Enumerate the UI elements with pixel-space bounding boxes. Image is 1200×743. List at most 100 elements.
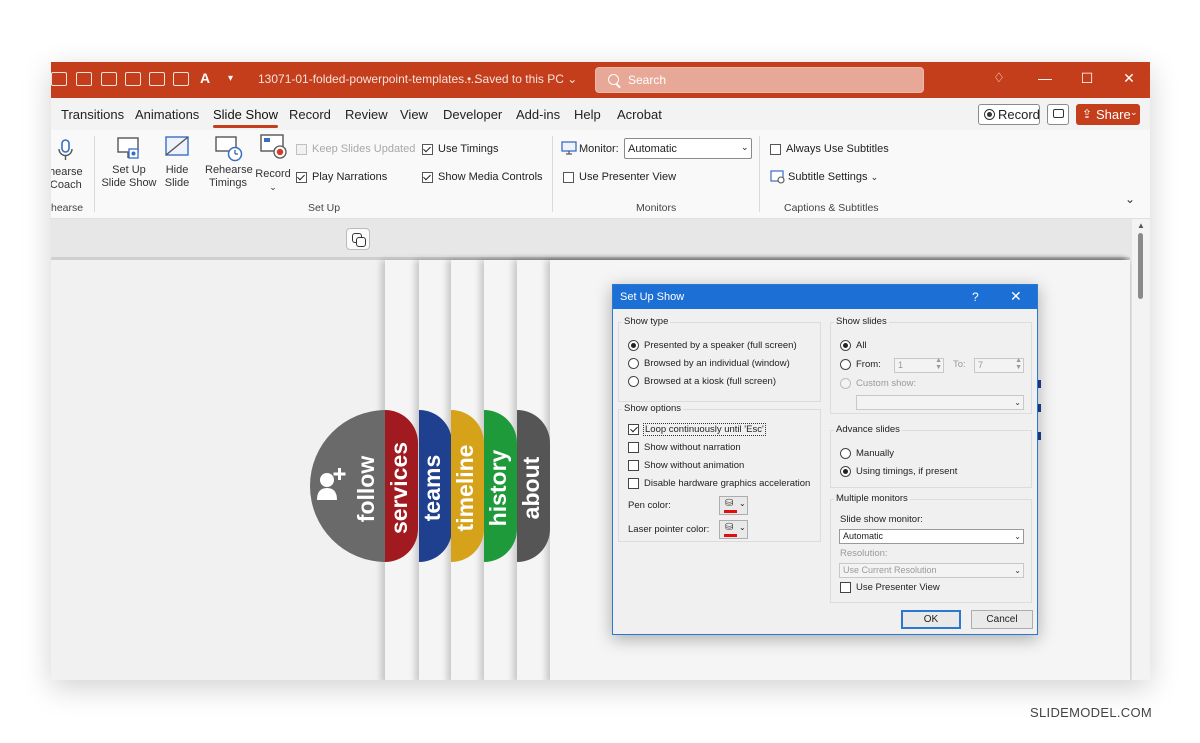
share-button[interactable]: ⇪ Share ⌄ <box>1076 104 1140 125</box>
chevron-down-icon: ⌄ <box>1014 566 1021 575</box>
loop-continuously-label[interactable]: Loop continuously until 'Esc' <box>643 423 766 436</box>
show-media-controls-checkbox[interactable] <box>422 172 433 183</box>
show-type-legend: Show type <box>622 316 671 327</box>
record-slide-show-icon <box>259 132 289 167</box>
close-window-button[interactable]: ✕ <box>1119 70 1139 87</box>
tab-slide-show[interactable]: Slide Show <box>213 107 279 128</box>
help-button[interactable]: ? <box>972 290 979 304</box>
tab-record[interactable]: Record <box>289 107 331 122</box>
all-slides-label[interactable]: All <box>856 340 867 351</box>
presented-by-speaker-radio[interactable] <box>628 340 639 351</box>
record-button[interactable]: Record <box>978 104 1040 125</box>
browsed-at-kiosk-label[interactable]: Browsed at a kiosk (full screen) <box>644 376 776 387</box>
scroll-up-icon[interactable]: ▲ <box>1137 221 1145 230</box>
file-name[interactable]: 13071-01-folded-powerpoint-templates.... <box>258 72 477 86</box>
show-slides-legend: Show slides <box>834 316 889 327</box>
vertical-scrollbar[interactable]: ▲ <box>1132 219 1150 680</box>
play-narrations-checkbox[interactable] <box>296 172 307 183</box>
laser-pointer-color-label: Laser pointer color: <box>628 524 710 535</box>
dialog-title-bar: Set Up Show ? ✕ <box>613 285 1037 309</box>
tab-transitions[interactable]: Transitions <box>61 107 124 122</box>
comments-button[interactable] <box>1047 104 1069 125</box>
collapse-ribbon-icon[interactable]: ⌄ <box>1125 192 1135 206</box>
show-without-animation-checkbox[interactable] <box>628 460 639 471</box>
new-slide-icon[interactable] <box>149 72 165 86</box>
show-without-animation-label[interactable]: Show without animation <box>644 460 744 471</box>
minimize-button[interactable]: — <box>1035 70 1055 86</box>
tab-view[interactable]: View <box>400 107 428 122</box>
tab-developer[interactable]: Developer <box>443 107 502 122</box>
use-presenter-view-dialog-label[interactable]: Use Presenter View <box>856 582 940 593</box>
disable-hardware-acceleration-label[interactable]: Disable hardware graphics acceleration <box>644 478 810 489</box>
record-label: Record <box>255 168 291 180</box>
font-color-icon[interactable]: A <box>200 70 210 86</box>
manually-radio[interactable] <box>840 448 851 459</box>
show-media-controls-label[interactable]: Show Media Controls <box>438 171 543 183</box>
monitor-dropdown[interactable]: Automatic ⌄ <box>624 138 752 159</box>
divider <box>759 136 760 212</box>
use-presenter-view-checkbox[interactable] <box>563 172 574 183</box>
use-presenter-view-label[interactable]: Use Presenter View <box>579 171 676 183</box>
set-up-slide-show-button[interactable]: Set Up Slide Show <box>101 164 157 190</box>
hide-slide-button[interactable]: Hide Slide <box>163 164 191 190</box>
monitor-icon <box>561 141 577 160</box>
rehearse-with-coach-button[interactable]: hearse Coach <box>51 166 83 192</box>
presentation-icon[interactable] <box>125 72 141 86</box>
divider <box>94 136 95 212</box>
tab-animations[interactable]: Animations <box>135 107 199 122</box>
use-presenter-view-dialog-checkbox[interactable] <box>840 582 851 593</box>
save-status[interactable]: • Saved to this PC ⌄ <box>467 72 577 86</box>
from-label[interactable]: From: <box>856 359 881 370</box>
browsed-by-individual-label[interactable]: Browsed by an individual (window) <box>644 358 790 369</box>
play-narrations-label[interactable]: Play Narrations <box>312 171 387 183</box>
presented-by-speaker-label[interactable]: Presented by a speaker (full screen) <box>644 340 797 351</box>
present-icon[interactable] <box>101 72 117 86</box>
hide-slide-icon <box>164 134 190 165</box>
autosave-icon[interactable] <box>51 72 67 86</box>
cancel-button[interactable]: Cancel <box>971 610 1033 629</box>
tab-add-ins[interactable]: Add-ins <box>516 107 560 122</box>
show-without-narration-checkbox[interactable] <box>628 442 639 453</box>
slide-show-monitor-dropdown[interactable]: Automatic ⌄ <box>839 529 1024 544</box>
close-icon[interactable]: ✕ <box>1010 288 1022 305</box>
rehearse-group-label: hearse <box>51 202 84 214</box>
customize-quick-access-icon[interactable]: ▾ <box>228 73 233 84</box>
copilot-button[interactable] <box>346 228 370 250</box>
rehearse-timings-button[interactable]: Rehearse Timings <box>205 164 253 190</box>
always-use-subtitles-label[interactable]: Always Use Subtitles <box>786 143 889 155</box>
using-timings-label[interactable]: Using timings, if present <box>856 466 957 477</box>
loop-continuously-checkbox[interactable] <box>628 424 639 435</box>
disable-hardware-acceleration-checkbox[interactable] <box>628 478 639 489</box>
tab-review[interactable]: Review <box>345 107 388 122</box>
ribbon-tabs: Transitions Animations Slide Show Record… <box>51 98 1150 130</box>
tab-help[interactable]: Help <box>574 107 601 122</box>
all-slides-radio[interactable] <box>840 340 851 351</box>
show-without-narration-label[interactable]: Show without narration <box>644 442 741 453</box>
from-slides-radio[interactable] <box>840 359 851 370</box>
tab-acrobat[interactable]: Acrobat <box>617 107 662 122</box>
pen-color-button[interactable]: ⛁ ⌄ <box>719 496 748 515</box>
search-box[interactable]: Search <box>595 67 924 93</box>
browsed-at-kiosk-radio[interactable] <box>628 376 639 387</box>
pen-color-label: Pen color: <box>628 500 671 511</box>
share-icon: ⇪ <box>1082 107 1093 121</box>
using-timings-radio[interactable] <box>840 466 851 477</box>
scrollbar-thumb[interactable] <box>1138 233 1143 299</box>
manually-label[interactable]: Manually <box>856 448 894 459</box>
use-timings-checkbox[interactable] <box>422 144 433 155</box>
comment-icon[interactable] <box>173 72 189 86</box>
browsed-by-individual-radio[interactable] <box>628 358 639 369</box>
show-options-legend: Show options <box>622 403 684 414</box>
subtitle-settings-button[interactable]: Subtitle Settings ⌄ <box>788 171 878 183</box>
ok-button[interactable]: OK <box>901 610 961 629</box>
use-timings-label[interactable]: Use Timings <box>438 143 499 155</box>
lightbulb-icon[interactable]: ♢ <box>989 70 1009 86</box>
setup-group-label: Set Up <box>308 202 341 214</box>
maximize-button[interactable]: ☐ <box>1077 70 1097 87</box>
record-slide-show-button[interactable]: Record ⌄ <box>254 168 292 194</box>
always-use-subtitles-checkbox[interactable] <box>770 144 781 155</box>
laser-pointer-color-button[interactable]: ⛁ ⌄ <box>719 520 748 539</box>
to-label: To: <box>953 359 966 370</box>
from-value: 1 <box>898 360 904 370</box>
email-icon[interactable] <box>76 72 92 86</box>
